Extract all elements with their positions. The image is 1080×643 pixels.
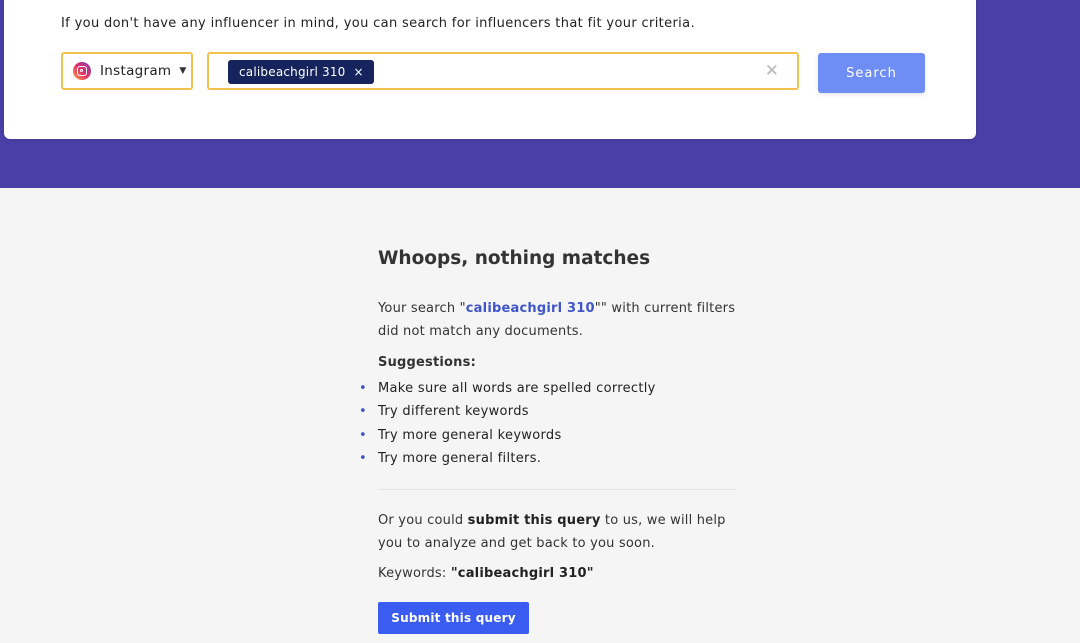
instagram-icon [73,62,91,80]
suggestion-item: Try different keywords [359,400,656,424]
keywords-value: "calibeachgirl 310" [450,566,594,581]
keyword-chip: calibeachgirl 310 × [228,60,374,84]
keywords-line: Keywords: "calibeachgirl 310" [378,566,594,581]
query-highlight: calibeachgirl 310 [465,301,595,316]
no-results-heading: Whoops, nothing matches [378,248,651,269]
suggestions-list: Make sure all words are spelled correctl… [359,377,656,471]
divider [378,489,736,490]
search-button[interactable]: Search [818,53,925,93]
chip-remove-icon[interactable]: × [354,65,364,79]
platform-select-label: Instagram [100,63,172,79]
suggestions-title: Suggestions: [378,355,476,370]
keyword-search-input[interactable]: calibeachgirl 310 × ✕ [207,52,799,90]
submit-query-message: Or you could submit this query to us, we… [378,513,726,551]
platform-select[interactable]: Instagram ▼ [61,52,193,90]
suggestion-item: Try more general filters. [359,447,656,471]
no-results-message: Your search "calibeachgirl 310"" with cu… [378,301,736,339]
submit-query-button[interactable]: Submit this query [378,602,529,634]
search-card: If you don't have any influencer in mind… [4,0,976,139]
keyword-chip-label: calibeachgirl 310 [239,65,346,79]
suggestion-item: Make sure all words are spelled correctl… [359,377,656,401]
clear-icon[interactable]: ✕ [765,61,779,81]
search-intro-text: If you don't have any influencer in mind… [61,16,695,31]
suggestion-item: Try more general keywords [359,424,656,448]
submit-query-strong: submit this query [467,513,601,528]
chevron-down-icon: ▼ [179,66,187,76]
